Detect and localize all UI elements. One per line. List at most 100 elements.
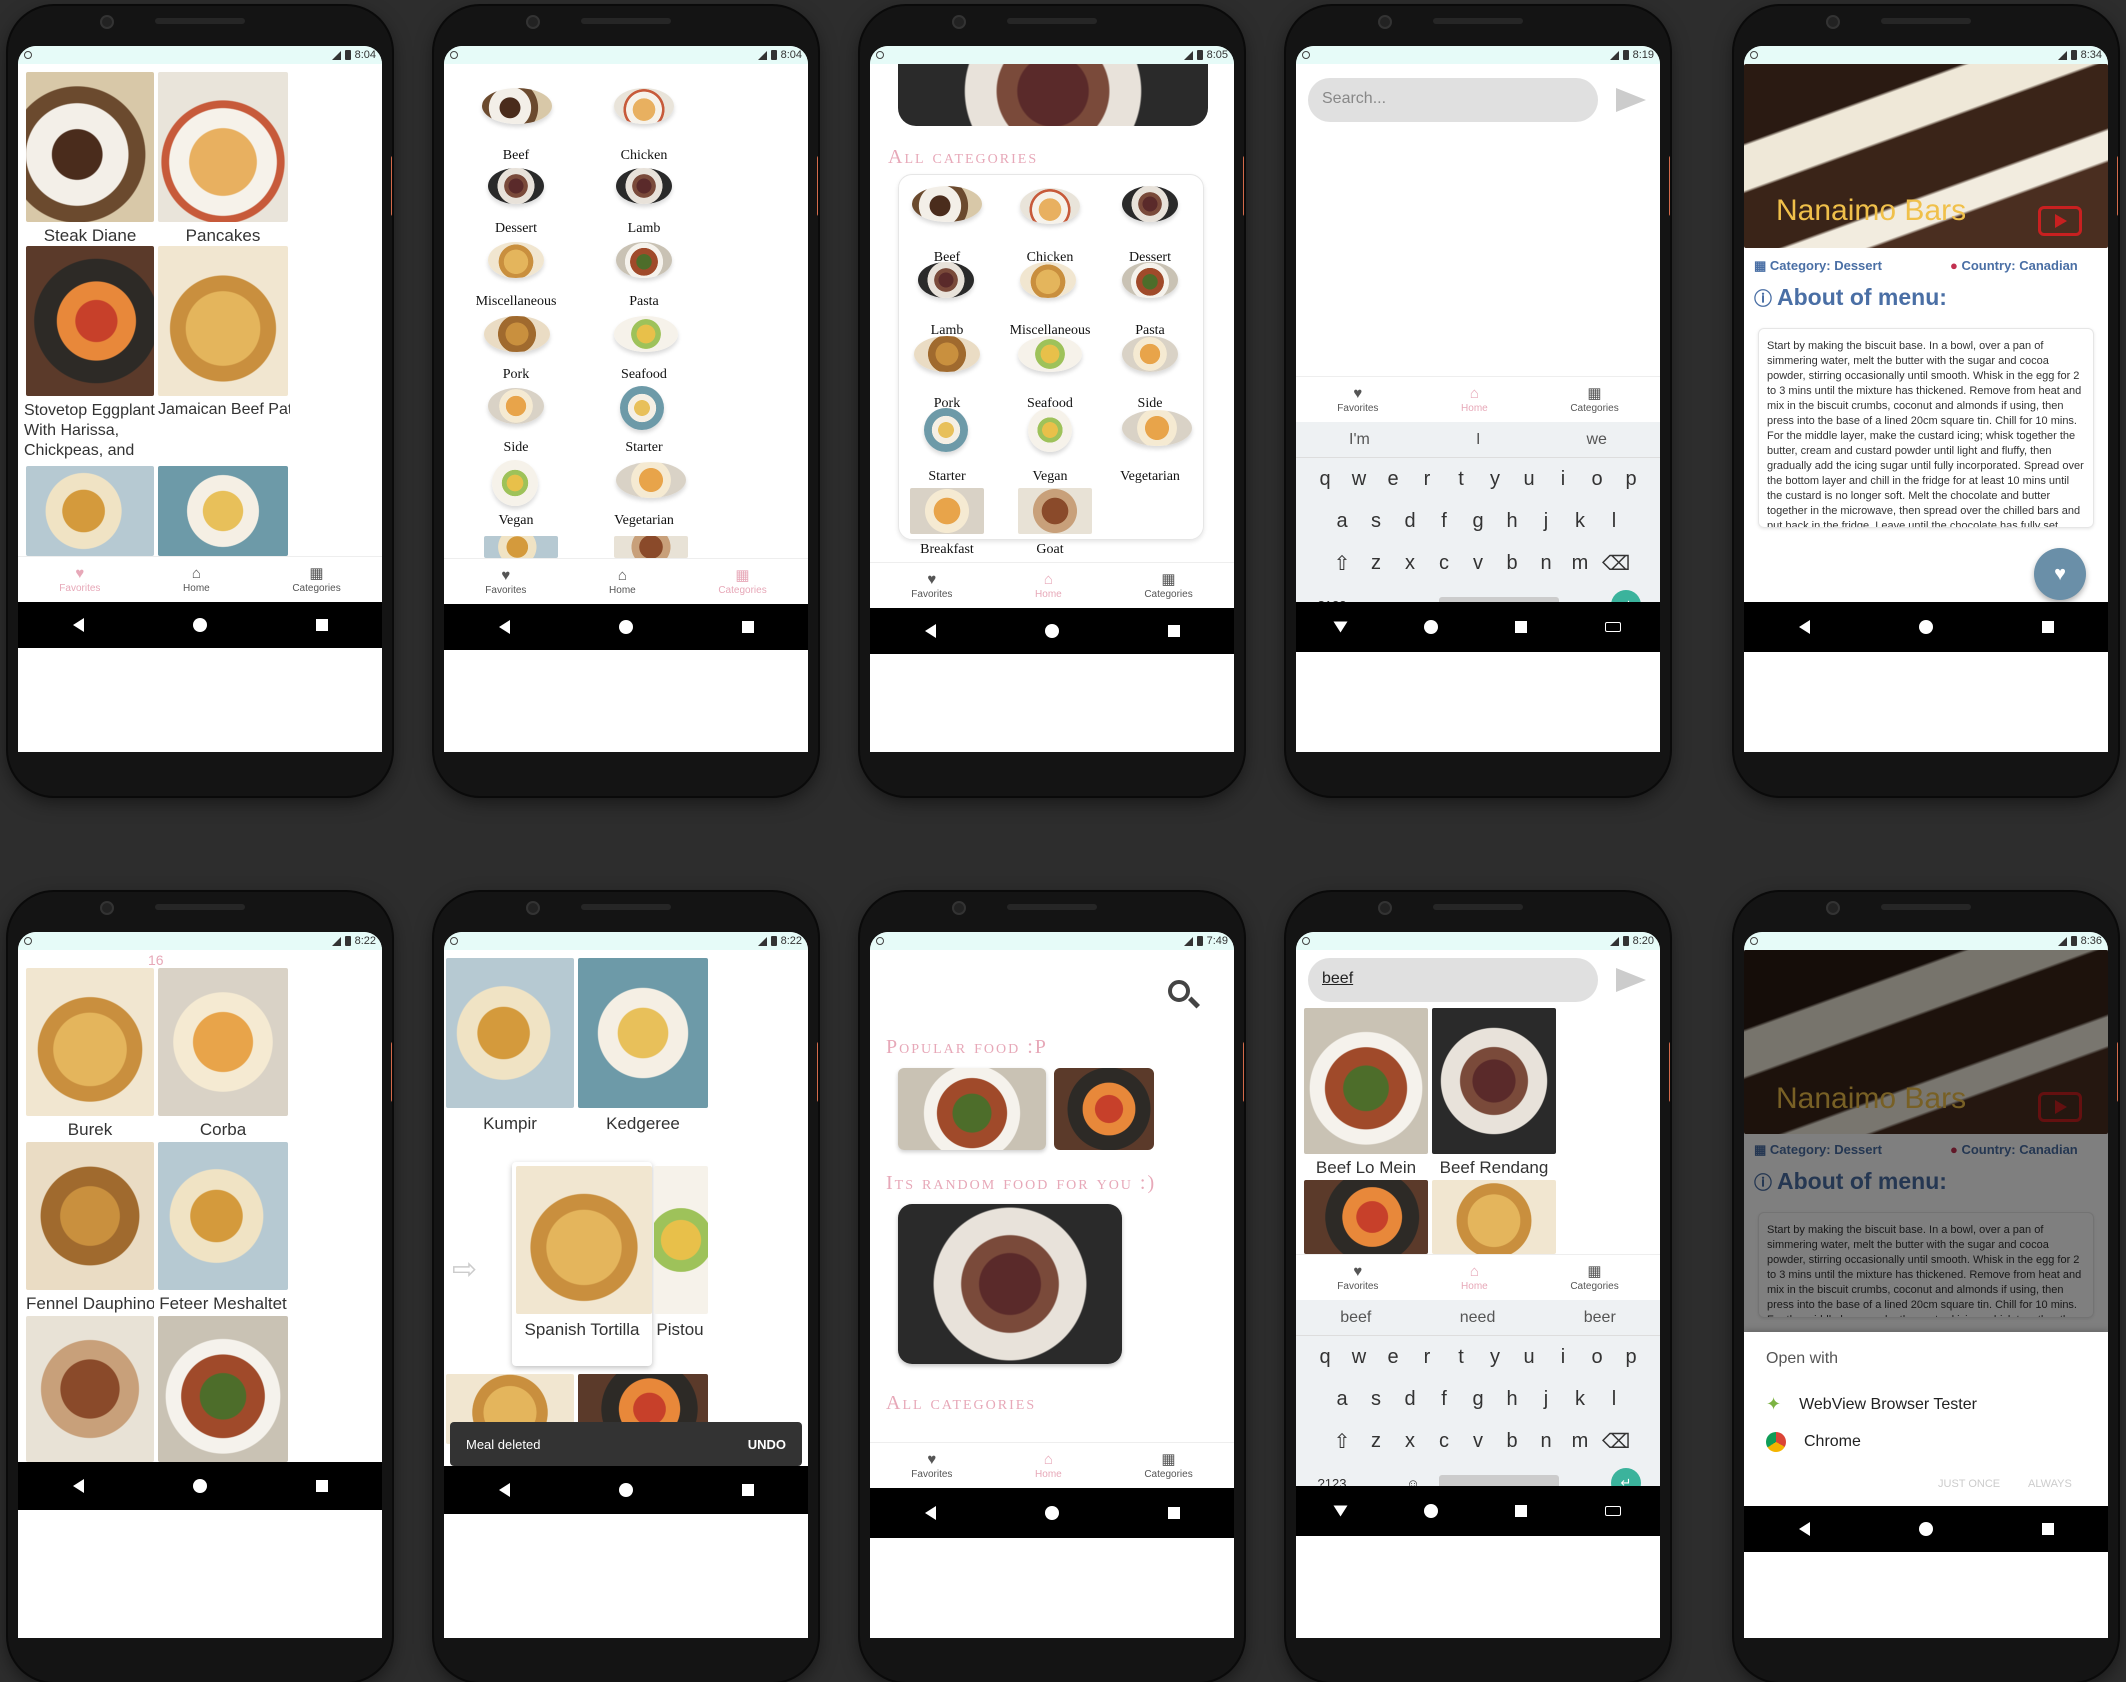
key[interactable]: f [1432,510,1456,533]
meal-image[interactable] [158,466,288,556]
meal-image[interactable] [1304,1180,1428,1254]
key[interactable]: w [1347,1346,1371,1369]
favorite-button[interactable]: ♥ [2034,548,2086,600]
category-image[interactable] [1018,336,1082,372]
category-image[interactable] [910,488,984,534]
meal-image[interactable] [158,246,288,396]
key[interactable]: r [1415,1346,1439,1369]
meal-image[interactable] [26,466,154,556]
meal-image[interactable] [158,1142,288,1290]
tab-categories[interactable]: ▦ Categories [292,566,340,594]
meal-image[interactable] [158,968,288,1116]
tab-favorites[interactable]: ♥ Favorites [485,568,526,596]
app-option-chrome[interactable]: Chrome [1766,1432,1861,1452]
key[interactable]: w [1347,468,1371,491]
backspace-icon[interactable]: ⌫ [1602,1429,1630,1454]
tab-home[interactable]: ⌂ Home [1461,1264,1488,1292]
category-image[interactable] [488,242,544,278]
meal-image[interactable] [1432,1008,1556,1154]
key[interactable]: t [1449,468,1473,491]
tab-categories[interactable]: ▦ Categories [1570,386,1618,414]
category-image[interactable] [1122,186,1178,222]
key[interactable]: u [1517,468,1541,491]
recents-icon[interactable] [741,621,754,633]
home-circle-icon[interactable] [1423,1504,1438,1518]
key[interactable]: s [1364,510,1388,533]
recents-icon[interactable] [1167,1507,1180,1519]
category-image[interactable] [924,408,968,452]
meal-image[interactable] [446,958,574,1108]
key[interactable]: q [1313,468,1337,491]
just-once-button[interactable]: JUST ONCE [1938,1478,2000,1490]
key[interactable]: i [1551,468,1575,491]
key[interactable]: q [1313,1346,1337,1369]
category-image[interactable] [614,316,678,352]
home-circle-icon[interactable] [1423,620,1438,634]
shift-icon[interactable]: ⇧ [1330,551,1354,576]
key[interactable]: c [1432,552,1456,575]
back-icon[interactable] [72,1479,84,1493]
key[interactable]: e [1381,468,1405,491]
tab-home[interactable]: ⌂ Home [183,566,210,594]
category-image[interactable] [1122,336,1178,372]
key[interactable]: c [1432,1430,1456,1453]
tab-favorites[interactable]: ♥ Favorites [59,566,100,594]
meal-image[interactable] [26,968,154,1116]
key[interactable]: u [1517,1346,1541,1369]
suggestion[interactable]: beer [1584,1309,1616,1327]
tab-favorites[interactable]: ♥ Favorites [1337,386,1378,414]
popular-food-image[interactable] [898,1068,1046,1150]
key[interactable]: y [1483,1346,1507,1369]
key[interactable]: g [1466,510,1490,533]
tab-categories[interactable]: ▦ Categories [1144,572,1192,600]
youtube-icon[interactable] [2038,206,2082,236]
category-image[interactable] [614,88,674,124]
key[interactable]: v [1466,552,1490,575]
key[interactable]: a [1330,1388,1354,1411]
back-icon[interactable] [498,620,510,634]
key[interactable]: j [1534,1388,1558,1411]
key[interactable]: e [1381,1346,1405,1369]
send-icon[interactable] [1616,968,1646,992]
back-icon[interactable] [1798,620,1810,634]
category-image[interactable] [616,242,672,278]
recents-icon[interactable] [741,1484,754,1496]
key[interactable]: x [1398,552,1422,575]
key[interactable]: t [1449,1346,1473,1369]
popular-food-image[interactable] [1054,1068,1154,1150]
recents-icon[interactable] [315,1480,328,1492]
meal-image[interactable] [26,1142,154,1290]
tab-home[interactable]: ⌂ Home [1035,572,1062,600]
back-icon[interactable] [498,1483,510,1497]
category-image[interactable] [614,536,688,558]
back-icon[interactable] [1333,621,1348,633]
search-input[interactable]: beef [1308,958,1598,1002]
key[interactable]: h [1500,1388,1524,1411]
category-image[interactable] [1122,410,1192,446]
key[interactable]: d [1398,510,1422,533]
category-image[interactable] [482,88,552,124]
random-food-image[interactable] [898,1204,1122,1364]
category-image[interactable] [616,168,672,204]
key[interactable]: p [1619,468,1643,491]
category-image[interactable] [1122,262,1178,298]
home-circle-icon[interactable] [192,1479,207,1493]
key[interactable]: p [1619,1346,1643,1369]
meal-image[interactable] [654,1166,708,1314]
key[interactable]: n [1534,552,1558,575]
tab-favorites[interactable]: ♥ Favorites [911,1452,952,1480]
keyboard-icon[interactable] [1605,622,1622,632]
category-image[interactable] [918,262,974,298]
category-image[interactable] [616,462,686,498]
suggestion[interactable]: need [1460,1309,1496,1327]
recents-icon[interactable] [1515,621,1528,633]
back-icon[interactable] [1798,1522,1810,1536]
undo-button[interactable]: UNDO [748,1437,786,1452]
key[interactable]: z [1364,552,1388,575]
home-circle-icon[interactable] [618,1483,633,1497]
key[interactable]: m [1568,552,1592,575]
key[interactable]: b [1500,1430,1524,1453]
category-image[interactable] [620,386,664,430]
suggestion[interactable]: I [1476,431,1480,449]
recents-icon[interactable] [1515,1505,1528,1517]
